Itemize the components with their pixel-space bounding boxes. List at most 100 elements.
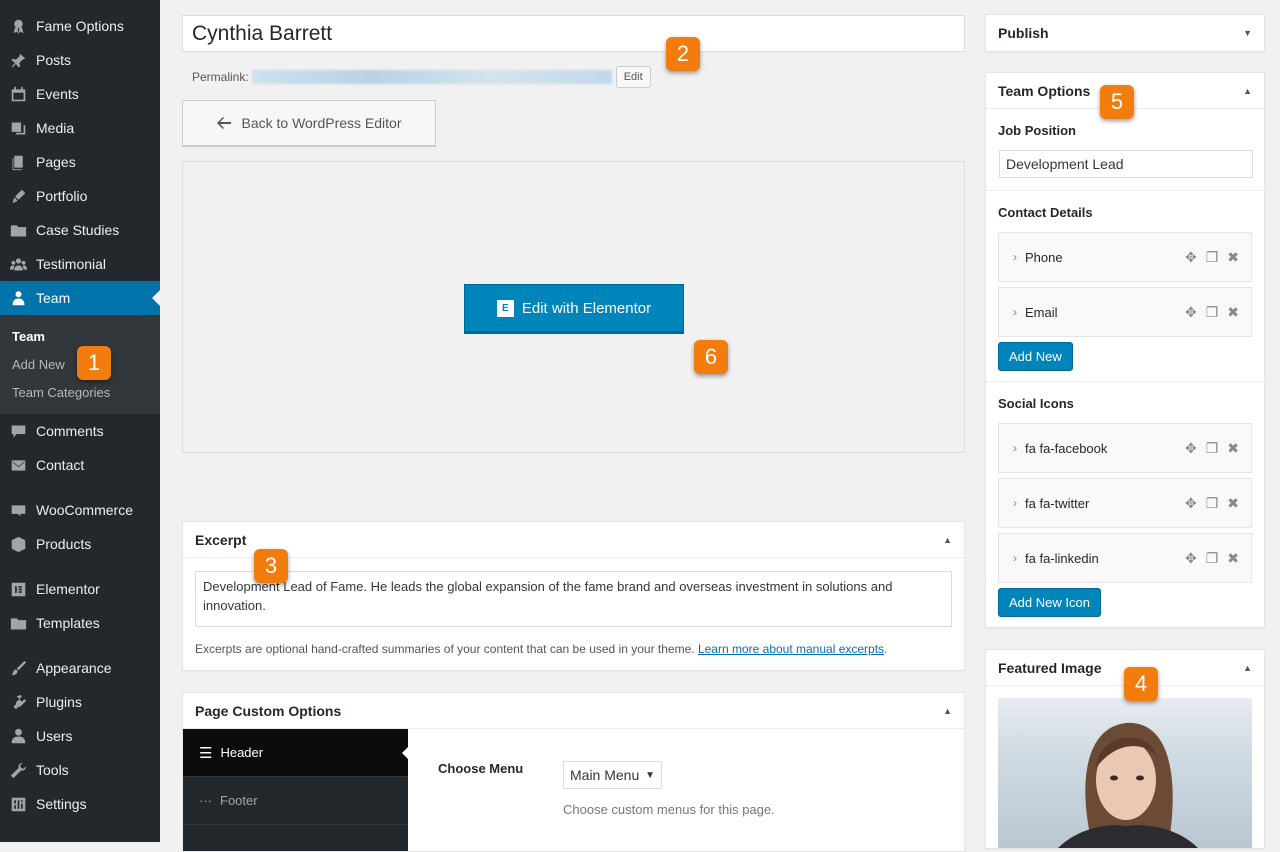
menu-events[interactable]: Events: [0, 77, 160, 111]
menu-label: Plugins: [36, 694, 82, 710]
collapse-toggle-icon[interactable]: ▲: [1243, 663, 1252, 673]
row-label: fa fa-facebook: [1025, 440, 1108, 456]
menu-label: Comments: [36, 423, 104, 439]
excerpt-learn-more-link[interactable]: Learn more about manual excerpts: [698, 642, 884, 656]
menu-help-text: Choose custom menus for this page.: [563, 802, 775, 817]
submenu-team[interactable]: Team: [12, 329, 45, 344]
permalink-edit-button[interactable]: Edit: [615, 66, 651, 88]
excerpt-help-text: Excerpts are optional hand-crafted summa…: [195, 642, 888, 656]
back-to-wordpress-editor-button[interactable]: Back to WordPress Editor: [182, 100, 436, 146]
submenu-add-new[interactable]: Add New: [12, 357, 65, 372]
menu-comments[interactable]: Comments: [0, 414, 160, 448]
duplicate-icon[interactable]: ❐: [1206, 440, 1219, 457]
add-new-contact-button[interactable]: Add New: [998, 342, 1073, 371]
duplicate-icon[interactable]: ❐: [1206, 550, 1219, 567]
publish-box: Publish ▼: [985, 14, 1265, 52]
menu-select[interactable]: Main Menu ▼: [563, 761, 662, 789]
menu-settings[interactable]: Settings: [0, 787, 160, 821]
duplicate-icon[interactable]: ❐: [1206, 495, 1219, 512]
close-icon[interactable]: ✖: [1227, 440, 1239, 457]
menu-case-studies[interactable]: Case Studies: [0, 213, 160, 247]
move-icon[interactable]: ✥: [1185, 550, 1197, 567]
submenu-team-categories[interactable]: Team Categories: [12, 385, 110, 400]
chevron-right-icon: ›: [1013, 551, 1017, 565]
menu-posts[interactable]: Posts: [0, 43, 160, 77]
person-icon: [8, 288, 28, 308]
menu-elementor[interactable]: Elementor: [0, 572, 160, 606]
close-icon[interactable]: ✖: [1227, 550, 1239, 567]
menu-users[interactable]: Users: [0, 719, 160, 753]
contact-row-email[interactable]: › Email ✥ ❐ ✖: [998, 287, 1252, 337]
publish-heading: Publish: [998, 25, 1049, 41]
close-icon[interactable]: ✖: [1227, 495, 1239, 512]
permalink-url[interactable]: [251, 70, 612, 84]
arrow-left-icon: [217, 117, 232, 129]
callout-badge: 4: [1124, 667, 1158, 701]
portrait-photo: [1058, 722, 1198, 848]
collapse-toggle-icon[interactable]: ▲: [943, 535, 952, 545]
menu-label: Posts: [36, 52, 72, 68]
collapse-toggle-icon[interactable]: ▲: [943, 706, 952, 716]
close-icon[interactable]: ✖: [1227, 249, 1239, 266]
brush-icon: [8, 658, 28, 678]
menu-contact[interactable]: Contact: [0, 448, 160, 482]
collapse-toggle-icon[interactable]: ▲: [1243, 86, 1252, 96]
tab-more[interactable]: [183, 825, 408, 851]
move-icon[interactable]: ✥: [1185, 304, 1197, 321]
job-position-input[interactable]: [999, 150, 1253, 178]
box-icon: [8, 534, 28, 554]
contact-row-phone[interactable]: › Phone ✥ ❐ ✖: [998, 232, 1252, 282]
menu-templates[interactable]: Templates: [0, 606, 160, 640]
menu-label: Settings: [36, 796, 87, 812]
duplicate-icon[interactable]: ❐: [1206, 304, 1219, 321]
menu-portfolio[interactable]: Portfolio: [0, 179, 160, 213]
featured-image[interactable]: [998, 698, 1252, 848]
move-icon[interactable]: ✥: [1185, 249, 1197, 266]
page-custom-options-box: Page Custom Options ▲ ☰ Header ··· Footer C…: [182, 692, 965, 852]
permalink-row: Permalink: Edit: [192, 66, 651, 88]
menu-plugins[interactable]: Plugins: [0, 685, 160, 719]
menu-label: Elementor: [36, 581, 100, 597]
admin-sidebar: Fame Options Posts Events Media Pages Po…: [0, 0, 160, 842]
menu-team[interactable]: Team: [0, 281, 160, 315]
chevron-right-icon: ›: [1013, 250, 1017, 264]
tab-header[interactable]: ☰ Header: [183, 729, 408, 777]
move-icon[interactable]: ✥: [1185, 495, 1197, 512]
edit-with-elementor-button[interactable]: E Edit with Elementor: [464, 284, 684, 332]
menu-label: Team: [36, 290, 71, 306]
portfolio-icon: [8, 186, 28, 206]
post-title-input[interactable]: [182, 15, 965, 52]
callout-badge: 1: [77, 346, 111, 380]
elementor-icon: [8, 579, 28, 599]
social-row-linkedin[interactable]: › fa fa-linkedin ✥ ❐ ✖: [998, 533, 1252, 583]
menu-products[interactable]: Products: [0, 527, 160, 561]
comment-icon: [8, 421, 28, 441]
folder-icon: [8, 613, 28, 633]
social-row-twitter[interactable]: › fa fa-twitter ✥ ❐ ✖: [998, 478, 1252, 528]
menu-testimonial[interactable]: Testimonial: [0, 247, 160, 281]
row-label: fa fa-linkedin: [1025, 550, 1099, 566]
menu-woocommerce[interactable]: WooCommerce: [0, 493, 160, 527]
dots-icon: ···: [199, 793, 212, 808]
menu-fame-options[interactable]: Fame Options: [0, 9, 160, 43]
menu-label: Contact: [36, 457, 85, 473]
duplicate-icon[interactable]: ❐: [1206, 249, 1219, 266]
menu-pages[interactable]: Pages: [0, 145, 160, 179]
excerpt-textarea[interactable]: Development Lead of Fame. He leads the g…: [195, 571, 952, 627]
hamburger-icon: ☰: [199, 744, 213, 762]
media-icon: [8, 118, 28, 138]
choose-menu-label: Choose Menu: [438, 761, 524, 776]
menu-appearance[interactable]: Appearance: [0, 651, 160, 685]
expand-toggle-icon[interactable]: ▼: [1243, 28, 1252, 38]
menu-media[interactable]: Media: [0, 111, 160, 145]
add-new-icon-button[interactable]: Add New Icon: [998, 588, 1101, 617]
tab-footer[interactable]: ··· Footer: [183, 777, 408, 825]
social-row-facebook[interactable]: › fa fa-facebook ✥ ❐ ✖: [998, 423, 1252, 473]
menu-label: Products: [36, 536, 92, 552]
chevron-right-icon: ›: [1013, 441, 1017, 455]
menu-label: Case Studies: [36, 222, 120, 238]
row-label: Phone: [1025, 249, 1063, 265]
menu-tools[interactable]: Tools: [0, 753, 160, 787]
close-icon[interactable]: ✖: [1227, 304, 1239, 321]
move-icon[interactable]: ✥: [1185, 440, 1197, 457]
